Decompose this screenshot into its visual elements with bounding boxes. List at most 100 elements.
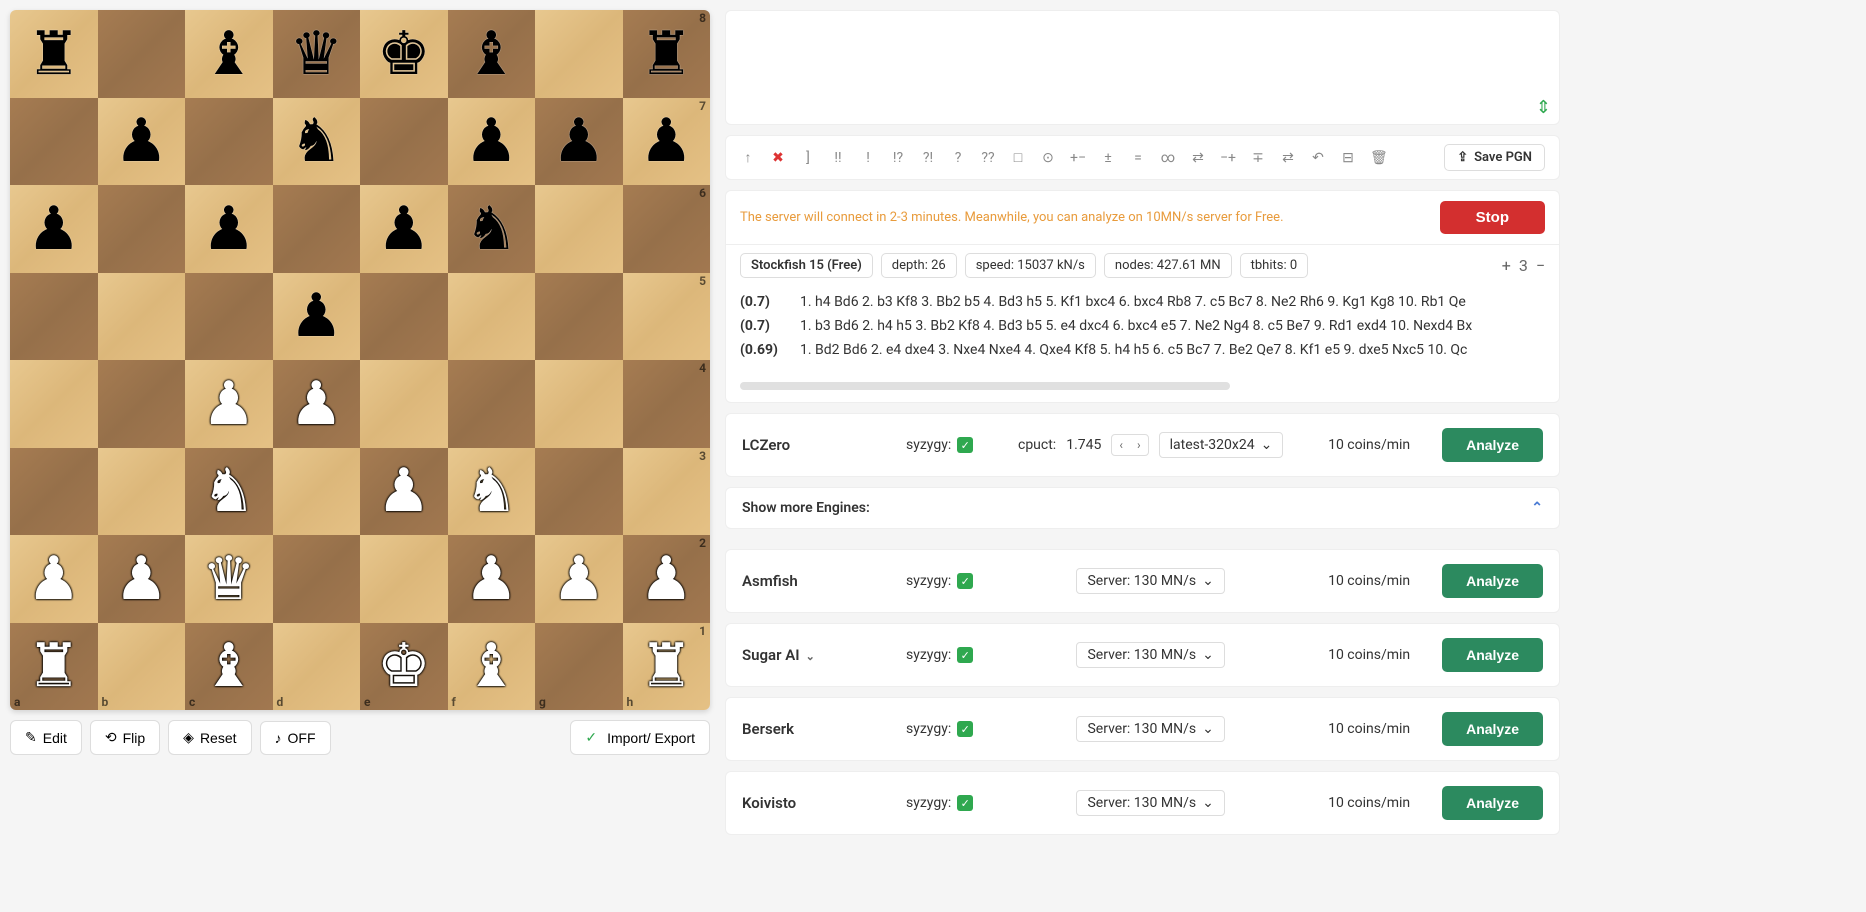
piece-black-p[interactable]: ♟: [639, 111, 693, 171]
annotation-tool-18[interactable]: ⇄: [1280, 150, 1296, 166]
reset-button[interactable]: ◈ Reset: [168, 720, 251, 755]
square-c7[interactable]: [185, 98, 273, 186]
resize-handle-icon[interactable]: ⇕: [1536, 97, 1551, 118]
annotation-tool-21[interactable]: 🗑: [1370, 150, 1388, 166]
pv-minus-button[interactable]: −: [1536, 256, 1545, 275]
square-d4[interactable]: ♟: [273, 360, 361, 448]
annotation-tool-19[interactable]: ↶: [1310, 150, 1326, 166]
square-d5[interactable]: ♟: [273, 273, 361, 361]
square-f1[interactable]: ♝f: [448, 623, 536, 711]
annotation-tool-9[interactable]: □: [1010, 149, 1026, 166]
annotation-tool-2[interactable]: ]: [800, 150, 816, 166]
piece-white-p[interactable]: ♟: [27, 549, 81, 609]
square-f2[interactable]: ♟: [448, 535, 536, 623]
square-a4[interactable]: [10, 360, 98, 448]
piece-white-b[interactable]: ♝: [464, 636, 518, 696]
pgn-area[interactable]: ⇕: [725, 10, 1560, 125]
square-c5[interactable]: [185, 273, 273, 361]
square-h2[interactable]: ♟2: [623, 535, 711, 623]
square-e3[interactable]: ♟: [360, 448, 448, 536]
square-e5[interactable]: [360, 273, 448, 361]
square-d8[interactable]: ♛: [273, 10, 361, 98]
square-c3[interactable]: ♞: [185, 448, 273, 536]
square-e4[interactable]: [360, 360, 448, 448]
flip-button[interactable]: ⟲ Flip: [90, 720, 160, 755]
annotation-tool-10[interactable]: ⊙: [1040, 150, 1056, 166]
piece-white-r[interactable]: ♜: [27, 636, 81, 696]
chess-board[interactable]: ♜♝♛♚♝♜8♟♞♟♟♟7♟♟♟♞6♟5♟♟4♞♟♞3♟♟♛♟♟♟2♜ab♝cd…: [10, 10, 710, 710]
square-c1[interactable]: ♝c: [185, 623, 273, 711]
annotation-tool-1[interactable]: ✖: [770, 150, 786, 166]
piece-white-p[interactable]: ♟: [202, 374, 256, 434]
square-e7[interactable]: [360, 98, 448, 186]
save-pgn-button[interactable]: ⇪Save PGN: [1444, 144, 1545, 171]
square-h5[interactable]: 5: [623, 273, 711, 361]
square-h8[interactable]: ♜8: [623, 10, 711, 98]
annotation-tool-17[interactable]: ∓: [1250, 150, 1266, 166]
square-c2[interactable]: ♛: [185, 535, 273, 623]
chevron-down-icon[interactable]: ⌄: [806, 650, 815, 663]
square-b7[interactable]: ♟: [98, 98, 186, 186]
annotation-tool-4[interactable]: !: [860, 150, 876, 166]
analyze-button[interactable]: Analyze: [1442, 786, 1543, 820]
analyze-button[interactable]: Analyze: [1442, 428, 1543, 462]
piece-black-k[interactable]: ♚: [377, 24, 431, 84]
piece-white-p[interactable]: ♟: [552, 549, 606, 609]
annotation-tool-7[interactable]: ?: [950, 150, 966, 166]
show-more-engines[interactable]: Show more Engines: ⌃: [725, 487, 1560, 529]
piece-black-p[interactable]: ♟: [464, 111, 518, 171]
piece-white-k[interactable]: ♚: [377, 636, 431, 696]
annotation-tool-15[interactable]: ⇄: [1190, 150, 1206, 166]
piece-black-b[interactable]: ♝: [464, 24, 518, 84]
stop-button[interactable]: Stop: [1440, 201, 1545, 234]
square-f3[interactable]: ♞: [448, 448, 536, 536]
server-select[interactable]: Server: 130 MN/s⌄: [1076, 790, 1224, 816]
square-d1[interactable]: d: [273, 623, 361, 711]
square-g4[interactable]: [535, 360, 623, 448]
square-g2[interactable]: ♟: [535, 535, 623, 623]
square-e8[interactable]: ♚: [360, 10, 448, 98]
annotation-tool-8[interactable]: ??: [980, 150, 996, 166]
syzygy-checkbox[interactable]: ✓: [957, 795, 973, 811]
net-select[interactable]: latest-320x24 ⌄: [1159, 432, 1284, 458]
annotation-tool-0[interactable]: ↑: [740, 149, 756, 166]
cpuct-stepper[interactable]: ‹ ›: [1111, 434, 1148, 456]
square-f6[interactable]: ♞: [448, 185, 536, 273]
square-g1[interactable]: g: [535, 623, 623, 711]
pv-plus-button[interactable]: +: [1502, 256, 1511, 275]
square-g5[interactable]: [535, 273, 623, 361]
square-f4[interactable]: [448, 360, 536, 448]
annotation-tool-6[interactable]: ?!: [920, 150, 936, 166]
piece-black-b[interactable]: ♝: [202, 24, 256, 84]
square-e6[interactable]: ♟: [360, 185, 448, 273]
piece-black-p[interactable]: ♟: [202, 199, 256, 259]
square-c8[interactable]: ♝: [185, 10, 273, 98]
square-g8[interactable]: [535, 10, 623, 98]
server-select[interactable]: Server: 130 MN/s⌄: [1076, 568, 1224, 594]
analyze-button[interactable]: Analyze: [1442, 712, 1543, 746]
square-a8[interactable]: ♜: [10, 10, 98, 98]
annotation-tool-11[interactable]: +−: [1070, 150, 1086, 166]
analyze-button[interactable]: Analyze: [1442, 638, 1543, 672]
syzygy-checkbox[interactable]: ✓: [957, 647, 973, 663]
piece-white-q[interactable]: ♛: [202, 549, 256, 609]
piece-black-r[interactable]: ♜: [639, 24, 693, 84]
annotation-tool-3[interactable]: !!: [830, 150, 846, 166]
piece-white-p[interactable]: ♟: [464, 549, 518, 609]
square-f5[interactable]: [448, 273, 536, 361]
piece-black-n[interactable]: ♞: [464, 199, 518, 259]
square-g3[interactable]: [535, 448, 623, 536]
piece-white-n[interactable]: ♞: [464, 461, 518, 521]
square-h6[interactable]: 6: [623, 185, 711, 273]
square-f8[interactable]: ♝: [448, 10, 536, 98]
server-select[interactable]: Server: 130 MN/s⌄: [1076, 642, 1224, 668]
piece-black-p[interactable]: ♟: [27, 199, 81, 259]
syzygy-checkbox[interactable]: ✓: [957, 437, 973, 453]
annotation-tool-14[interactable]: ∞: [1160, 150, 1176, 166]
square-g7[interactable]: ♟: [535, 98, 623, 186]
piece-black-p[interactable]: ♟: [114, 111, 168, 171]
piece-black-p[interactable]: ♟: [377, 199, 431, 259]
square-d7[interactable]: ♞: [273, 98, 361, 186]
piece-white-n[interactable]: ♞: [202, 461, 256, 521]
variation-line[interactable]: (0.69)1. Bd2 Bd6 2. e4 dxe4 3. Nxe4 Nxe4…: [740, 338, 1545, 362]
